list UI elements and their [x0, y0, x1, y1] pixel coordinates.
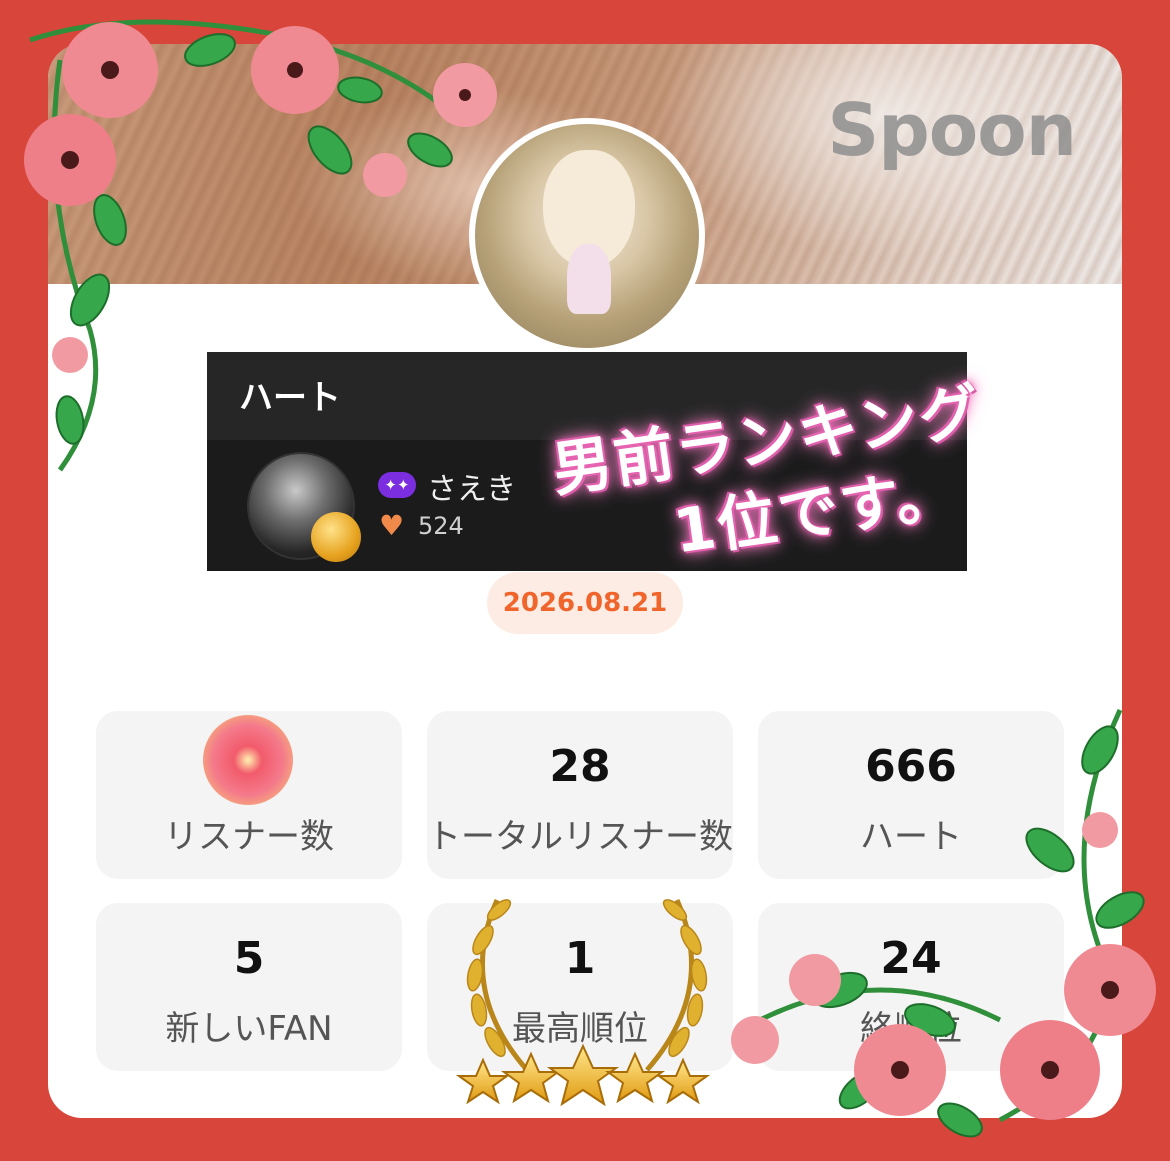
stat-label: トータルリスナー数: [427, 817, 733, 857]
hibiscus-icon: [203, 715, 293, 805]
gold-stars-icon: [455, 1043, 711, 1107]
stat-card-listeners: リスナー数: [96, 711, 402, 879]
flower-vine-top-left-decoration: [24, 19, 497, 472]
stat-card-new-fans: 5 新しいFAN: [96, 903, 402, 1071]
stat-label: 新しいFAN: [165, 1009, 333, 1049]
spoon-logo: Spoon: [827, 88, 1077, 172]
stat-label: リスナー数: [164, 817, 334, 857]
stat-card-total-listeners: 28 トータルリスナー数: [427, 711, 733, 879]
angel-figure: [567, 244, 611, 314]
heart-icon: ♥: [379, 509, 405, 542]
date-badge: 2026.08.21: [487, 572, 683, 634]
stat-value: 5: [233, 933, 265, 984]
stat-value: 28: [549, 741, 611, 792]
rank-badge-icon: [311, 512, 361, 562]
heart-count: 524: [418, 512, 464, 540]
flower-vine-bottom-right-decoration: [731, 708, 1156, 1138]
